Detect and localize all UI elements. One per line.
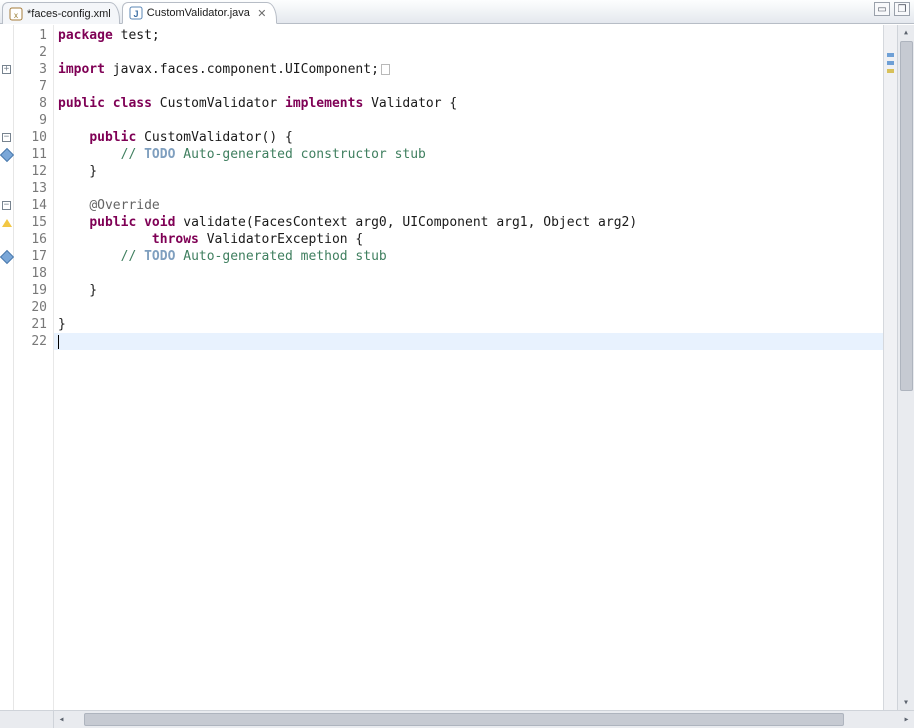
overview-warning-mark[interactable] <box>887 69 894 73</box>
minimize-button[interactable]: ▭ <box>874 2 890 16</box>
task-marker-icon[interactable] <box>0 147 14 161</box>
overview-task-mark[interactable] <box>887 53 894 57</box>
line-number: 19 <box>14 282 53 299</box>
line-number: 20 <box>14 299 53 316</box>
editor-container: + − − 1 2 3 <box>0 24 914 728</box>
fold-collapse-icon[interactable]: − <box>2 201 11 210</box>
line-number: 11 <box>14 146 53 163</box>
line-number: 15 <box>14 214 53 231</box>
line-number: 2 <box>14 44 53 61</box>
line-number: 12 <box>14 163 53 180</box>
editor-body: + − − 1 2 3 <box>0 25 914 710</box>
overview-ruler[interactable] <box>883 25 897 710</box>
window-controls: ▭ ❐ <box>874 2 910 16</box>
scroll-down-icon[interactable]: ▾ <box>899 695 914 710</box>
code-area[interactable]: package test; import javax.faces.compone… <box>54 25 883 710</box>
line-number: 16 <box>14 231 53 248</box>
scroll-left-icon[interactable]: ◂ <box>54 712 69 727</box>
tab-label: *faces-config.xml <box>27 8 111 20</box>
maximize-button[interactable]: ❐ <box>894 2 910 16</box>
close-icon[interactable]: ✕ <box>256 7 268 19</box>
text-caret <box>58 335 59 349</box>
line-number: 1 <box>14 27 53 44</box>
line-number: 13 <box>14 180 53 197</box>
xml-icon: x <box>9 7 23 21</box>
java-icon: J <box>129 6 143 20</box>
tab-faces-config[interactable]: x *faces-config.xml <box>2 2 120 24</box>
line-number: 21 <box>14 316 53 333</box>
task-marker-icon[interactable] <box>0 249 14 263</box>
fold-expand-icon[interactable]: + <box>2 65 11 74</box>
warning-marker-icon[interactable] <box>2 219 12 227</box>
marker-column: + − − <box>0 25 14 710</box>
svg-text:J: J <box>133 9 138 19</box>
line-number-gutter: 1 2 3 7 8 9 10 11 12 13 14 15 16 17 18 1… <box>14 25 54 710</box>
tab-label: CustomValidator.java <box>147 7 250 19</box>
line-number: 10 <box>14 129 53 146</box>
folded-region-icon[interactable] <box>381 64 390 75</box>
svg-text:x: x <box>14 11 18 20</box>
line-number: 3 <box>14 61 53 78</box>
line-number: 22 <box>14 333 53 350</box>
line-number: 8 <box>14 95 53 112</box>
line-number: 9 <box>14 112 53 129</box>
horizontal-scroll-thumb[interactable] <box>84 713 844 726</box>
horizontal-scrollbar[interactable]: ◂ ▸ <box>0 710 914 728</box>
vertical-scroll-thumb[interactable] <box>900 41 913 391</box>
scroll-up-icon[interactable]: ▴ <box>899 25 914 40</box>
scroll-right-icon[interactable]: ▸ <box>899 712 914 727</box>
gutter-filler <box>0 711 54 728</box>
vertical-scrollbar[interactable]: ▴ ▾ <box>897 25 914 710</box>
line-number: 14 <box>14 197 53 214</box>
tab-custom-validator[interactable]: J CustomValidator.java ✕ <box>122 2 277 24</box>
editor-tabbar: x *faces-config.xml J CustomValidator.ja… <box>0 0 914 24</box>
line-number: 7 <box>14 78 53 95</box>
fold-collapse-icon[interactable]: − <box>2 133 11 142</box>
line-number: 18 <box>14 265 53 282</box>
editor-workbench: x *faces-config.xml J CustomValidator.ja… <box>0 0 914 728</box>
overview-task-mark[interactable] <box>887 61 894 65</box>
line-number: 17 <box>14 248 53 265</box>
